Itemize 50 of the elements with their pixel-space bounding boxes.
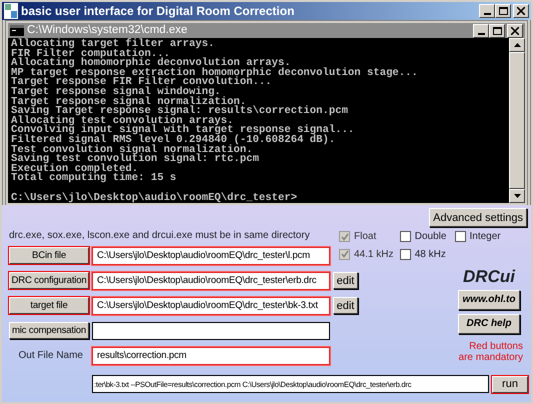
path-field[interactable]: C:\Users\jlo\Desktop\audio\roomEQ\drc_tester\l.pcm: [92, 246, 330, 264]
link-button[interactable]: www.ohl.to: [458, 290, 520, 310]
checkbox-label: Double: [414, 230, 446, 244]
checkbox[interactable]: [400, 231, 411, 242]
close-icon: [517, 7, 525, 15]
path-field[interactable]: results\correction.pcm: [92, 346, 330, 364]
minimize-icon: [478, 32, 484, 34]
minimize-button[interactable]: [479, 4, 495, 18]
run-button[interactable]: run: [492, 376, 528, 392]
mandatory-note: Red buttons are mandatory: [458, 341, 523, 363]
maximize-button[interactable]: [495, 4, 511, 18]
console-output: Allocating target filter arrays. FIR Filter computation... Allocating homomorphic deconvolution arrays. MP target response extraction homomorphic deconvolution stage... Target response FIR Filter convolution... Target response signal windowing. Target response signal normalization. Saving Target response signal: results\correction.pcm Allocating test convolution arrays. Convolving input signal with target response signal... Filtered signal RMS level 0.294840 (-10.608264 dB). Test convolution signal normalization. Saving test convolution signal: rtc.pcm Execution completed. Total computing time: 15 s C:\Users\jlo\Desktop\audio\roomEQ\drc_tester>: [10, 38, 419, 203]
minimize-icon: [484, 13, 490, 15]
checkbox-label: Float: [354, 230, 376, 244]
path-field[interactable]: C:\Users\jlo\Desktop\audio\roomEQ\drc_tester\bk-3.txt: [92, 296, 330, 314]
edit-button[interactable]: edit: [333, 272, 358, 289]
checkbox-label: 44.1 kHz: [354, 248, 394, 262]
app-logo-text: DRCui: [463, 268, 515, 286]
console-title: C:\Windows\system32\cmd.exe: [27, 22, 188, 38]
file-select-button[interactable]: target file: [9, 297, 89, 314]
advanced-settings-button[interactable]: Advanced settings: [429, 208, 527, 227]
close-icon: [511, 26, 519, 34]
checkbox[interactable]: [454, 231, 466, 242]
file-select-button[interactable]: BCin file: [9, 247, 89, 264]
edit-button[interactable]: edit: [333, 297, 358, 314]
maximize-icon: [492, 26, 502, 34]
maximize-button[interactable]: [489, 24, 505, 38]
window-title: basic user interface for Digital Room Correction: [21, 3, 294, 20]
path-field[interactable]: [92, 322, 330, 340]
console-icon: [10, 25, 24, 36]
checkbox-label: 48 kHz: [414, 248, 446, 262]
file-select-button[interactable]: mic compensation: [9, 322, 89, 339]
scroll-down-button[interactable]: [509, 189, 525, 203]
checkbox-label: Integer: [470, 230, 501, 244]
close-button[interactable]: [513, 4, 529, 18]
app-icon: [4, 3, 18, 19]
scroll-thumb[interactable]: [509, 52, 525, 189]
instruction-text: drc.exe, sox.exe, lscon.exe and drcui.exe must be in same directory: [9, 229, 311, 243]
scroll-up-button[interactable]: [509, 38, 525, 52]
close-button[interactable]: [507, 24, 523, 38]
path-field[interactable]: C:\Users\jlo\Desktop\audio\roomEQ\drc_tester\erb.drc: [92, 272, 330, 290]
down-arrow-icon: [514, 194, 520, 198]
minimize-button[interactable]: [473, 24, 489, 38]
maximize-icon: [498, 7, 508, 15]
field-label: Out File Name: [18, 349, 84, 363]
file-select-button[interactable]: DRC configuration: [9, 272, 89, 289]
link-button[interactable]: DRC help: [458, 314, 520, 334]
checkbox[interactable]: [400, 248, 411, 260]
scrollbar[interactable]: [509, 38, 525, 203]
up-arrow-icon: [514, 43, 520, 47]
